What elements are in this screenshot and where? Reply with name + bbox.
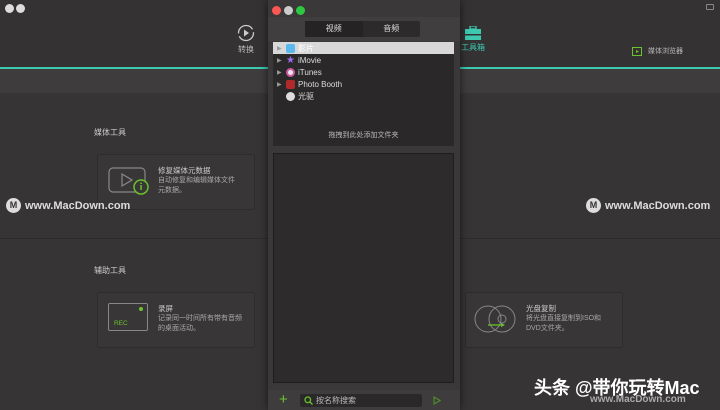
macdown-logo-icon: M [586,198,601,213]
watermark-left: Mwww.MacDown.com [6,198,130,213]
card-desc: 自动修复和编辑媒体文件元数据。 [158,177,235,194]
play-icon[interactable] [433,396,441,405]
list-item-label: iTunes [298,67,322,77]
expand-triangle-icon[interactable]: ▶ [277,81,283,88]
nav-toolbox[interactable]: 工具箱 [458,25,488,53]
popup-zoom-button[interactable] [296,6,305,15]
disc-copy-icon [474,305,516,333]
expand-triangle-icon[interactable]: ▶ [277,69,283,76]
rec-badge: REC [114,320,128,327]
tab-audio[interactable]: 音频 [363,21,421,37]
section-media-tools: 媒体工具 [94,128,126,137]
popup-close-button[interactable] [272,6,281,15]
list-item-imovie[interactable]: ▶ ★ iMovie [273,54,454,66]
media-browser-window: 视频 音频 ▶ 影片 ▶ ★ iMovie ▶ iTunes ▶ Photo Booth … [268,0,460,410]
tab-video[interactable]: 视频 [305,21,363,37]
optical-disc-icon [286,91,295,101]
drop-folder-hint: 拖拽到此处添加文件夹 [328,132,399,139]
card-desc: 记录同一时间所有带有音频的桌面活动。 [158,315,242,332]
card-disc-copy[interactable]: 光盘复制 将光盘直接复制到ISO和DVD文件夹。 [465,292,623,348]
card-title: 录屏 [158,304,173,313]
card-title: 光盘复制 [526,304,556,313]
chat-icon[interactable] [706,4,714,10]
watermark-text: www.MacDown.com [590,394,686,405]
card-title: 修复媒体元数据 [158,166,211,175]
nav-toolbox-label: 工具箱 [461,43,485,52]
macdown-logo-icon: M [6,198,21,213]
list-item-movies[interactable]: ▶ 影片 [273,42,454,54]
popup-bottom-bar: + 按名称搜索 [268,390,460,410]
section-aux-tools: 辅助工具 [94,266,126,275]
window-minimize-button[interactable] [16,4,25,13]
add-button[interactable]: + [279,391,288,408]
expand-triangle-icon[interactable]: ▶ [277,45,283,52]
search-input[interactable]: 按名称搜索 [300,394,422,407]
list-item-optical-drive[interactable]: 光驱 [273,90,454,102]
popup-minimize-button[interactable] [284,6,293,15]
list-item-label: iMovie [297,55,322,65]
imovie-star-icon: ★ [286,54,295,66]
source-list: ▶ 影片 ▶ ★ iMovie ▶ iTunes ▶ Photo Booth 光驱 拖拽到… [273,42,454,146]
search-icon [304,396,313,405]
nav-media-browser[interactable]: 媒体浏览器 [632,46,683,56]
watermark-bottom-url: www.MacDown.com [590,394,686,405]
window-close-button[interactable] [5,4,14,13]
toolbox-icon [465,25,481,40]
list-item-itunes[interactable]: ▶ iTunes [273,66,454,78]
convert-icon [237,24,255,42]
media-content-area[interactable] [273,153,454,383]
photo-booth-icon [286,79,295,89]
media-type-segmented-control: 视频 音频 [305,21,420,37]
screen-record-icon: REC [108,303,148,331]
list-item-photo-booth[interactable]: ▶ Photo Booth [273,78,454,90]
card-desc: 将光盘直接复制到ISO和DVD文件夹。 [526,315,602,332]
list-item-label: 影片 [298,43,314,53]
nav-convert-label: 转换 [238,45,254,54]
movies-folder-icon [286,43,295,53]
itunes-icon [286,67,295,77]
list-item-label: Photo Booth [298,79,343,89]
expand-triangle-icon[interactable]: ▶ [277,57,283,64]
rec-dot-icon [139,307,143,311]
watermark-right: Mwww.MacDown.com [586,198,710,213]
card-screen-record[interactable]: REC 录屏 记录同一时间所有带有音频的桌面活动。 [97,292,255,348]
list-item-label: 光驱 [298,91,314,101]
search-placeholder: 按名称搜索 [316,396,356,405]
media-browser-icon [632,47,642,56]
nav-convert[interactable]: 转换 [228,24,264,55]
fix-metadata-icon [108,167,149,195]
watermark-text: www.MacDown.com [25,199,131,212]
watermark-text: www.MacDown.com [605,199,711,212]
nav-media-browser-label: 媒体浏览器 [648,48,683,55]
